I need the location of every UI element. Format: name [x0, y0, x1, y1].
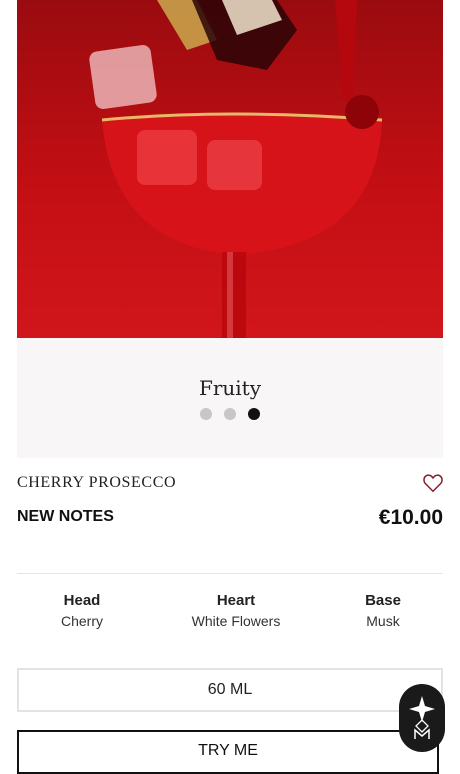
carousel-dot-2[interactable] — [224, 408, 236, 420]
size-label: 60 ML — [207, 681, 253, 698]
cocktail-glass-illustration — [89, 0, 383, 338]
carousel-pagination — [17, 408, 443, 420]
note-base: Base Musk — [353, 592, 413, 629]
note-title: Heart — [216, 592, 256, 609]
size-selector[interactable]: 60 ML — [17, 668, 443, 712]
carousel-dot-3-active[interactable] — [248, 408, 260, 420]
try-me-label: TRY ME — [198, 742, 258, 759]
assistant-fab[interactable] — [399, 684, 445, 752]
divider — [17, 573, 443, 574]
product-name: CHERRY PROSECCO — [17, 474, 177, 491]
image-carousel[interactable]: Fruity — [17, 338, 443, 458]
heart-outline-icon[interactable] — [422, 472, 444, 494]
note-title: Head — [63, 592, 101, 609]
carousel-caption: Fruity — [198, 376, 262, 400]
note-value: Musk — [366, 613, 400, 629]
try-me-button[interactable]: TRY ME — [17, 730, 439, 774]
carousel-dot-1[interactable] — [200, 408, 212, 420]
product-hero-image — [17, 0, 443, 338]
note-head: Head Cherry — [42, 592, 122, 629]
collection-label: NEW NOTES — [17, 508, 114, 525]
note-heart: Heart White Flowers — [176, 592, 296, 629]
product-price: €10.00 — [378, 506, 443, 529]
note-title: Base — [365, 592, 401, 609]
note-value: Cherry — [60, 613, 103, 629]
note-value: White Flowers — [191, 613, 281, 629]
sparkle-logo-icon — [409, 696, 435, 739]
